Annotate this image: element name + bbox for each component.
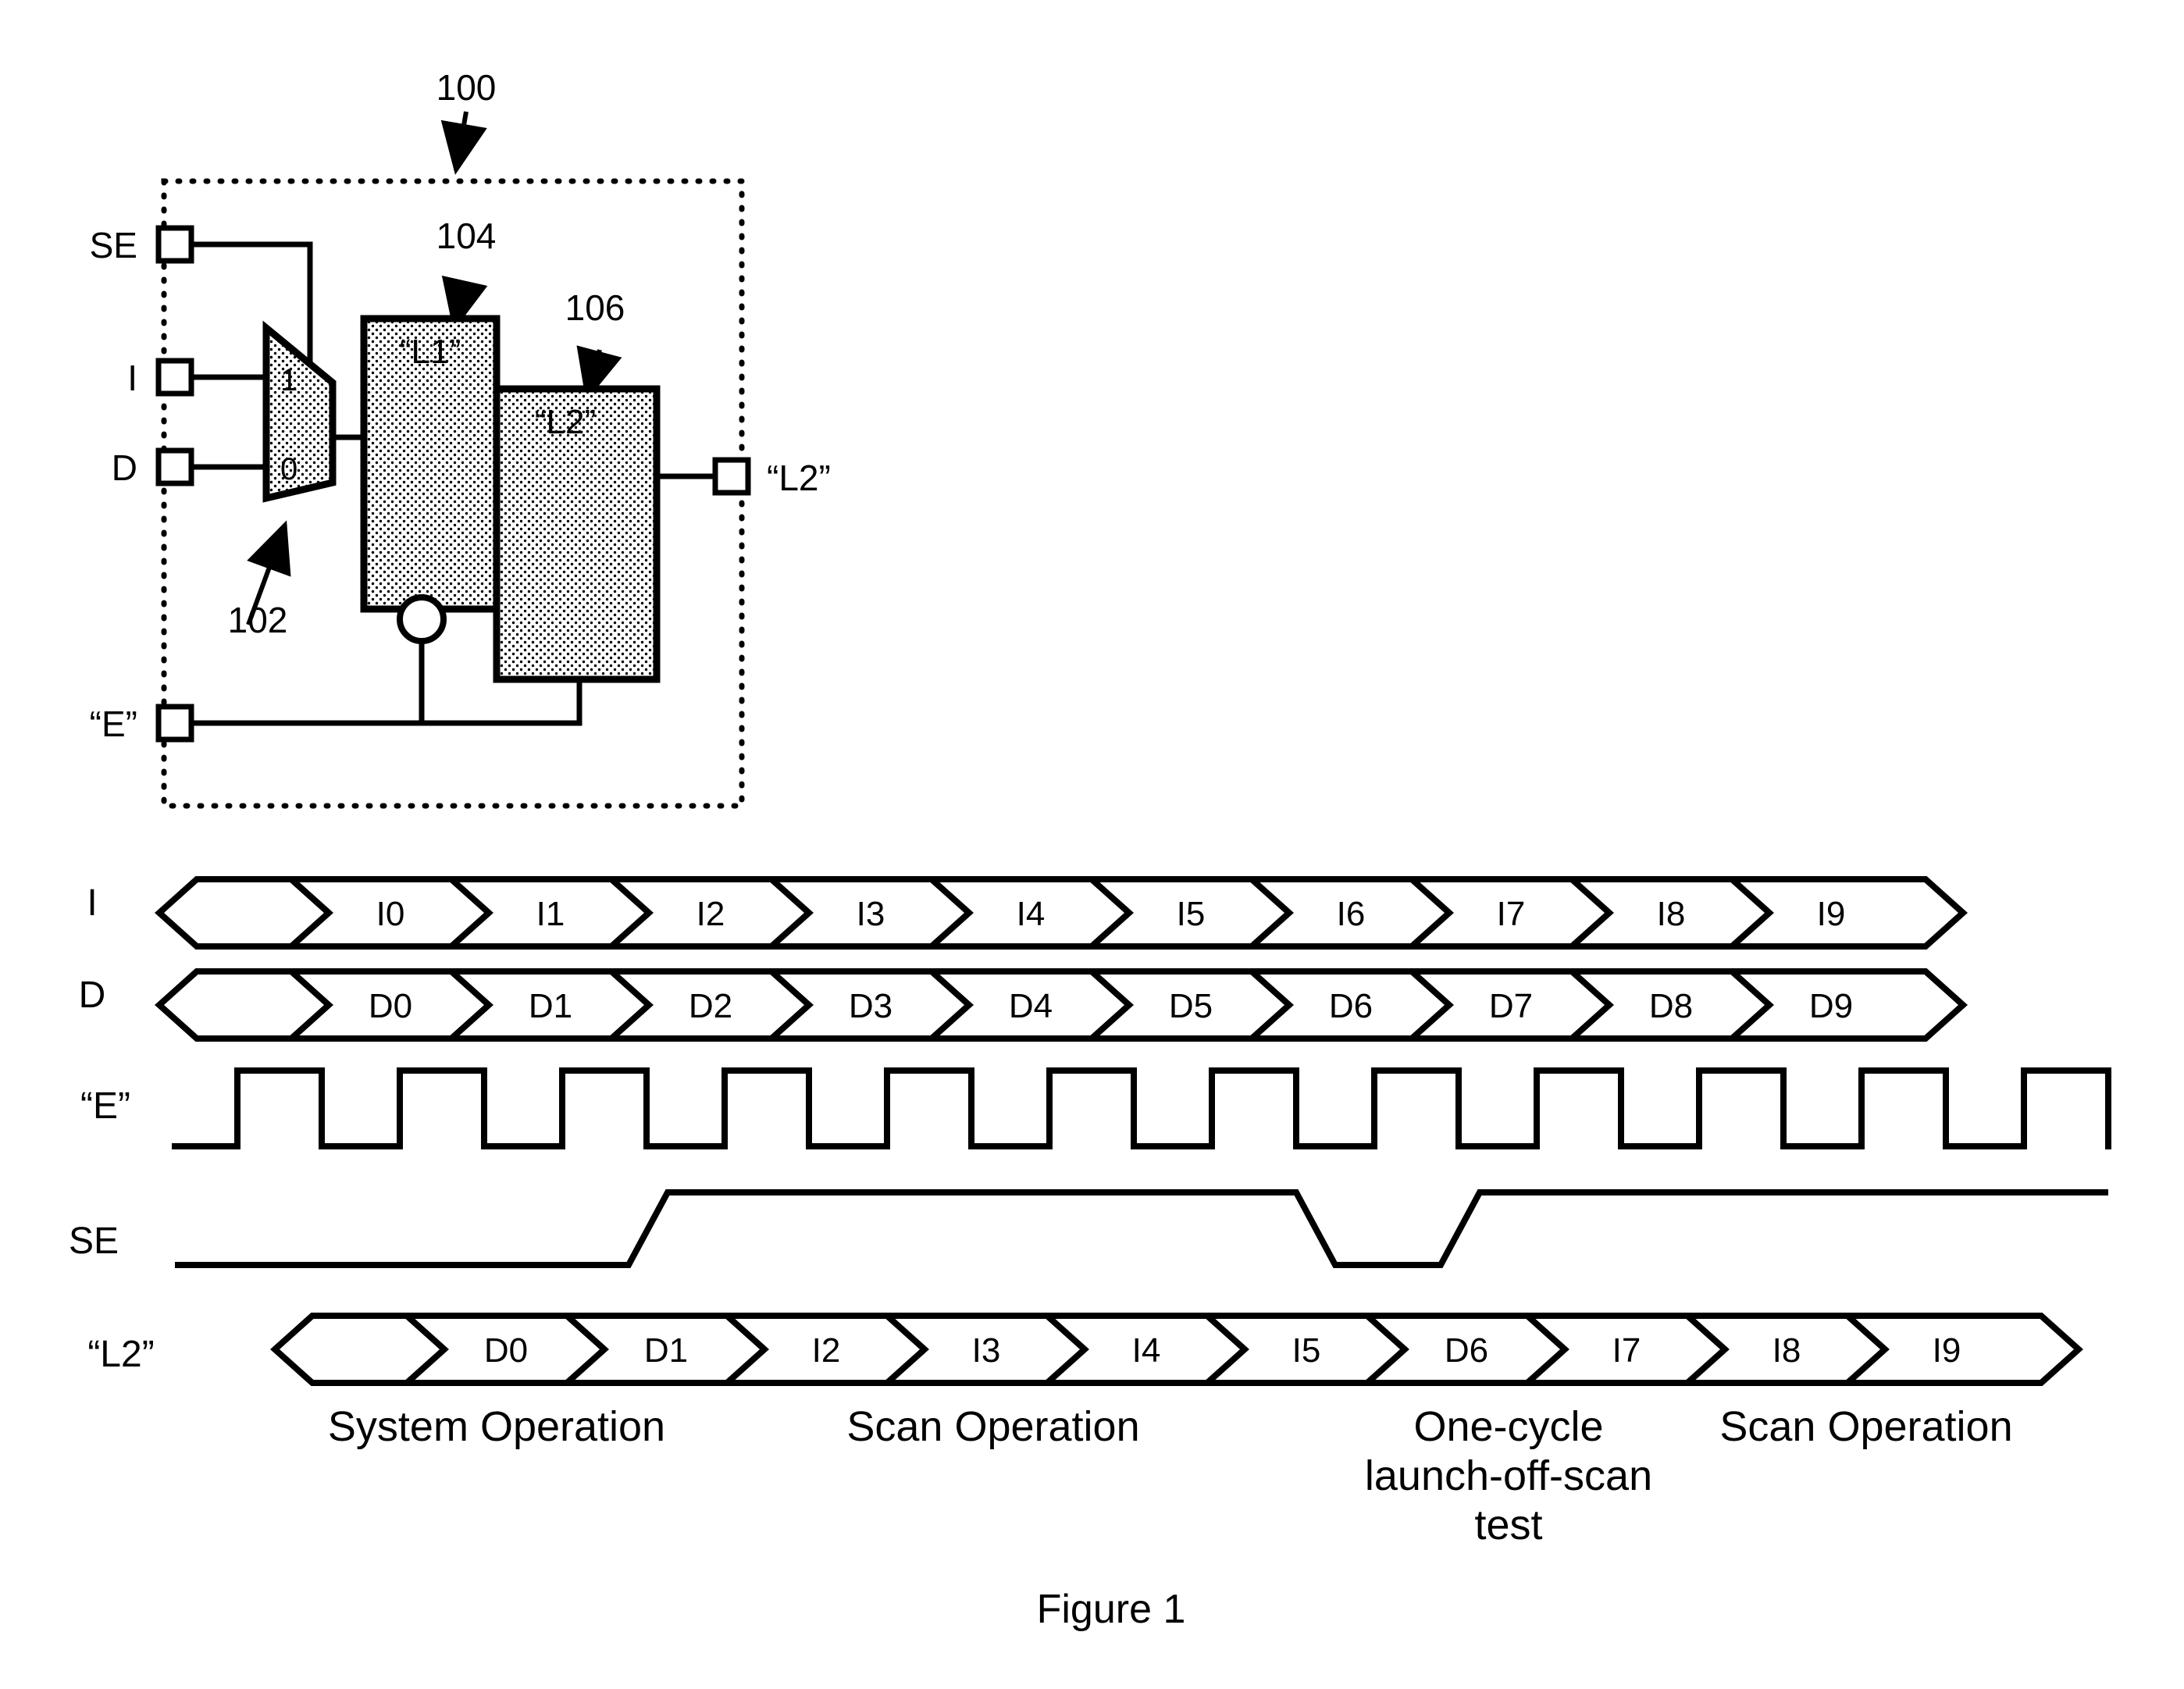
wave-value-l2-5: I5 — [1292, 1331, 1321, 1370]
latch-l2-label: “L2” — [535, 403, 596, 441]
phase-label-launch-line-2: launch-off-scan — [1365, 1452, 1652, 1499]
port-label-se: SE — [90, 225, 137, 265]
wave-value-i6: I6 — [1337, 895, 1366, 933]
wave-value-l2-0: D0 — [484, 1331, 528, 1370]
wave-value-d7: D7 — [1489, 987, 1533, 1025]
ref-label-102: 102 — [228, 600, 288, 640]
wire-e-to-l2 — [422, 679, 583, 726]
port-square-l2-out — [712, 457, 751, 496]
patent-figure: 100 104 106 102 SE I D “E” “L2” 1 0 “L1”… — [0, 0, 2184, 1689]
waveform-l2-values: D0 D1 I2 I3 I4 I5 D6 I7 I8 I9 — [484, 1331, 1961, 1370]
waveform-se — [175, 1189, 2108, 1268]
ref-label-100: 100 — [436, 67, 497, 108]
phase-label-launch-line-3: test — [1474, 1502, 1542, 1548]
wave-value-l2-3: I3 — [972, 1331, 1001, 1370]
wave-row-label-d: D — [79, 975, 106, 1016]
wave-row-label-i: I — [87, 882, 97, 924]
wave-value-i9: I9 — [1817, 895, 1846, 933]
port-label-e: “E” — [90, 704, 137, 744]
timing-diagram-group: I D “E” SE “L2” I0 I1 I2 I3 I4 I5 I6 I7 … — [69, 876, 2111, 1548]
port-square-se — [155, 225, 194, 264]
wave-row-label-l2: “L2” — [87, 1334, 154, 1375]
wave-value-d0: D0 — [369, 987, 412, 1025]
wave-row-label-se: SE — [69, 1220, 119, 1262]
wave-value-i5: I5 — [1177, 895, 1206, 933]
waveform-i — [155, 876, 1968, 950]
inversion-bubble-icon — [397, 594, 447, 644]
figure-canvas: 100 104 106 102 SE I D “E” “L2” 1 0 “L1”… — [69, 67, 2111, 1632]
wave-value-i0: I0 — [376, 895, 405, 933]
mux-input-label-0: 0 — [280, 452, 297, 486]
wave-value-d2: D2 — [689, 987, 732, 1025]
latch-l1-label: “L1” — [400, 333, 461, 371]
wave-value-i2: I2 — [697, 895, 725, 933]
wave-value-l2-7: I7 — [1612, 1331, 1641, 1370]
port-label-i: I — [127, 358, 137, 398]
wave-value-d3: D3 — [849, 987, 892, 1025]
port-label-d: D — [112, 447, 137, 488]
wave-value-i3: I3 — [857, 895, 885, 933]
wave-value-d5: D5 — [1169, 987, 1213, 1025]
port-square-d — [155, 447, 194, 486]
wave-value-l2-1: D1 — [644, 1331, 688, 1370]
wave-value-d6: D6 — [1329, 987, 1373, 1025]
wave-value-i7: I7 — [1497, 895, 1526, 933]
phase-label-launch-off-scan: One-cycle launch-off-scan test — [1365, 1403, 1652, 1548]
phase-label-launch-line-1: One-cycle — [1413, 1403, 1603, 1450]
waveform-e-clock — [172, 1067, 2111, 1149]
mux-input-label-1: 1 — [280, 363, 297, 397]
schematic-group: 100 104 106 102 SE I D “E” “L2” 1 0 “L1”… — [90, 67, 831, 809]
wave-value-i8: I8 — [1657, 895, 1686, 933]
wave-value-d9: D9 — [1809, 987, 1853, 1025]
port-label-l2-out: “L2” — [767, 458, 831, 498]
wave-value-l2-8: I8 — [1772, 1331, 1801, 1370]
wave-value-l2-6: D6 — [1445, 1331, 1488, 1370]
wave-value-i1: I1 — [536, 895, 565, 933]
ref-label-106: 106 — [565, 287, 625, 328]
port-square-e — [155, 704, 194, 743]
wave-value-i4: I4 — [1017, 895, 1046, 933]
wave-value-l2-4: I4 — [1132, 1331, 1161, 1370]
wave-value-l2-2: I2 — [812, 1331, 841, 1370]
waveform-l2 — [270, 1313, 2083, 1386]
mux-102 — [262, 320, 337, 503]
phase-label-scan-operation-1: Scan Operation — [846, 1403, 1139, 1450]
port-square-i — [155, 358, 194, 397]
wire-e-to-l1 — [191, 641, 425, 726]
phase-label-system-operation: System Operation — [328, 1403, 665, 1450]
wave-value-d4: D4 — [1009, 987, 1053, 1025]
figure-caption: Figure 1 — [1037, 1587, 1186, 1632]
wave-value-d1: D1 — [529, 987, 572, 1025]
callout-arrow-100 — [440, 111, 487, 175]
wave-row-label-e: “E” — [80, 1085, 130, 1127]
ref-label-104: 104 — [436, 216, 497, 256]
wave-value-l2-9: I9 — [1933, 1331, 1961, 1370]
wave-value-d8: D8 — [1649, 987, 1693, 1025]
phase-label-scan-operation-2: Scan Operation — [1719, 1403, 2012, 1450]
